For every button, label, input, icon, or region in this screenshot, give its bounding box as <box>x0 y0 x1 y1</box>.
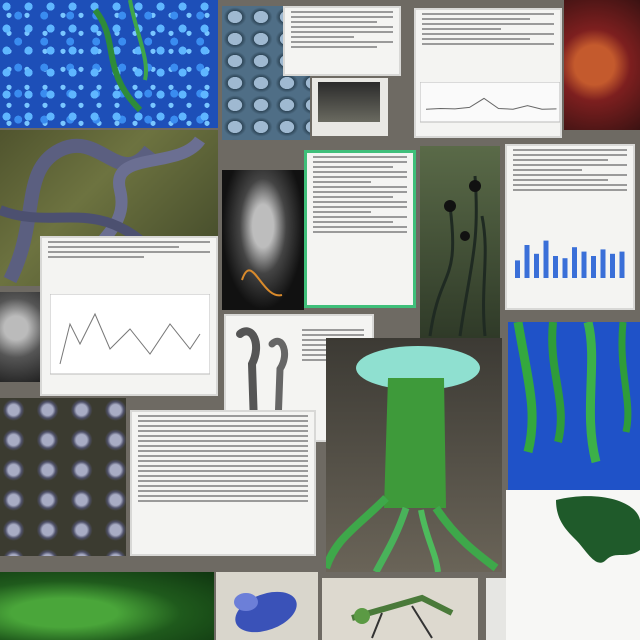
dark-vine-panel <box>420 146 500 338</box>
mushroom-root-illustration <box>326 346 499 572</box>
green-framed-document <box>304 150 416 308</box>
chart-bar <box>591 256 596 278</box>
green-landmass-shape <box>556 496 640 563</box>
white-map-panel <box>506 490 640 640</box>
tendril-illustration <box>428 175 487 337</box>
chart-bar <box>581 251 587 278</box>
bar-chart <box>515 240 625 278</box>
wide-chart-document <box>40 236 218 396</box>
xray-scan-panel <box>222 170 304 310</box>
specimen-photo-thumbnail <box>312 78 388 136</box>
green-vine-overlay <box>92 0 148 113</box>
blue-insect-panel <box>216 572 318 640</box>
green-mushroom-panel <box>326 338 502 572</box>
area-chart <box>50 294 210 375</box>
green-stalks-illustration <box>513 322 632 464</box>
data-table-document <box>130 410 316 556</box>
collage: { "image": { "description_type": "collag… <box>0 0 640 640</box>
red-tissue-panel <box>564 0 640 130</box>
chart-bar <box>515 260 520 278</box>
orange-curve-overlay <box>241 269 283 297</box>
beetle-illustration <box>234 591 297 633</box>
blue-green-plant-panel <box>508 322 640 490</box>
top-table-document <box>283 6 401 76</box>
chart-bar <box>610 253 615 278</box>
chart-bar <box>524 245 530 278</box>
grasshopper-panel <box>322 578 478 640</box>
chart-bar <box>553 256 558 278</box>
chart-bar <box>543 240 549 278</box>
blue-cell-texture-panel <box>0 0 218 128</box>
line-profile-chart <box>420 82 560 123</box>
top-chart-document <box>414 8 562 138</box>
green-foliage-panel <box>0 572 214 640</box>
chart-bar <box>562 258 568 278</box>
grey-specimen-thumbnail <box>0 292 40 382</box>
chart-bar <box>572 247 577 278</box>
chart-bar <box>619 251 625 278</box>
chart-bar <box>600 249 606 278</box>
grasshopper-illustration <box>351 594 454 639</box>
chart-bar <box>534 253 539 278</box>
bar-chart-document <box>505 144 635 310</box>
grey-nodule-panel <box>0 398 126 556</box>
bottom-right-strip <box>486 578 506 640</box>
